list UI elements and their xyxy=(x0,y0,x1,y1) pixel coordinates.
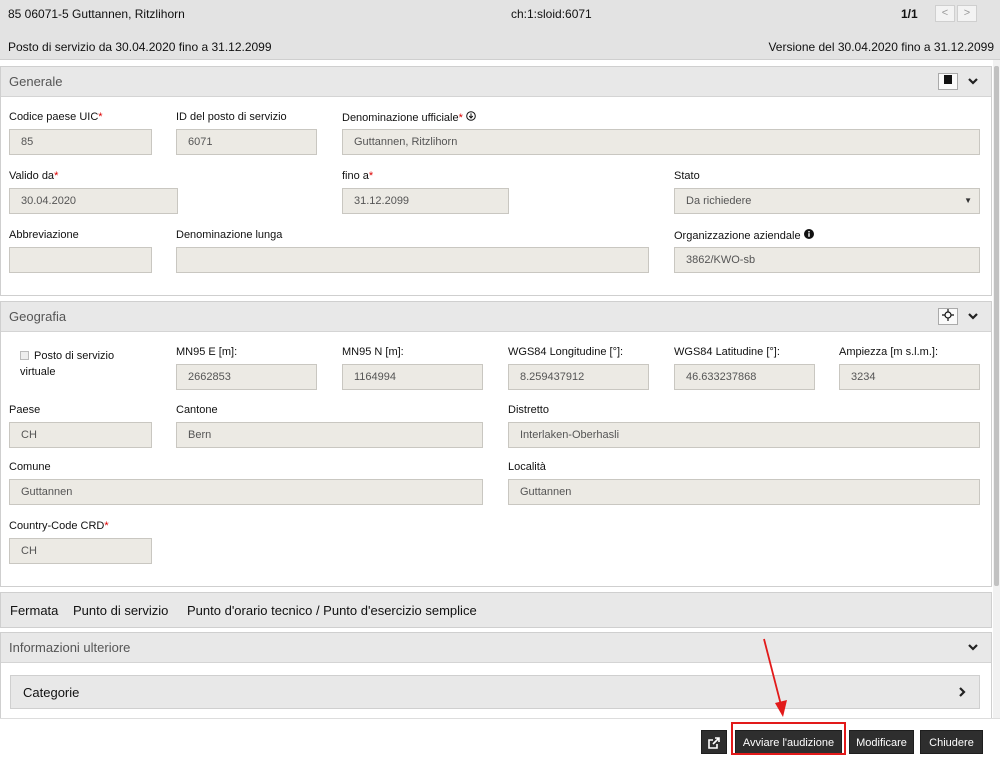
panel-generale: Generale Codice paese UIC* 85 ID del pos… xyxy=(0,66,992,296)
stato-select: Da richiedere ▼ xyxy=(674,188,980,214)
cantone-label: Cantone xyxy=(176,404,218,416)
info-down-icon[interactable] xyxy=(466,111,476,124)
chevron-right-icon[interactable]: > xyxy=(957,5,977,22)
wgs84-lat-field: 46.633237868 xyxy=(674,364,815,390)
fino-field: 31.12.2099 xyxy=(342,188,509,214)
paese-label: Paese xyxy=(9,404,41,416)
cantone-field: Bern xyxy=(176,422,483,448)
pager-count: 1/1 xyxy=(901,7,918,21)
modificare-button[interactable]: Modificare xyxy=(849,730,914,754)
tab-fermata[interactable]: Fermata xyxy=(10,603,58,618)
distretto-label: Distretto xyxy=(508,404,549,416)
uic-label: Codice paese UIC* xyxy=(9,111,103,123)
distretto-field: Interlaken-Oberhasli xyxy=(508,422,980,448)
virtuale-label-2: virtuale xyxy=(20,366,56,378)
notes-icon[interactable] xyxy=(938,73,958,90)
chevron-left-icon[interactable]: < xyxy=(935,5,955,22)
abbreviazione-label: Abbreviazione xyxy=(9,229,79,241)
panel-title: Geografia xyxy=(9,309,67,324)
lunga-label: Denominazione lunga xyxy=(176,229,283,241)
lunga-field xyxy=(176,247,649,273)
info-circle-icon[interactable] xyxy=(803,229,814,242)
tab-punto-servizio[interactable]: Punto di servizio xyxy=(73,603,168,618)
crd-label: Country-Code CRD* xyxy=(9,520,109,532)
categorie-row[interactable]: Categorie xyxy=(10,675,980,709)
mn95-n-field: 1164994 xyxy=(342,364,483,390)
chiudere-button[interactable]: Chiudere xyxy=(920,730,983,754)
select-caret-icon: ▼ xyxy=(964,196,972,205)
panel-geografia: Geografia Posto di servizio virtuale MN9… xyxy=(0,301,992,587)
denominazione-field: Guttannen, Ritzlihorn xyxy=(342,129,980,155)
chevron-right-icon xyxy=(957,676,967,711)
stato-label: Stato xyxy=(674,170,700,182)
localita-label: Località xyxy=(508,461,546,473)
abbreviazione-field xyxy=(9,247,152,273)
org-label: Organizzazione aziendale xyxy=(674,229,814,242)
vertical-scrollbar[interactable] xyxy=(993,60,1000,718)
sloid-label: ch:1:sloid:6071 xyxy=(511,7,592,21)
valido-field: 30.04.2020 xyxy=(9,188,178,214)
chevron-down-icon[interactable] xyxy=(967,67,979,108)
comune-label: Comune xyxy=(9,461,51,473)
tab-punto-orario[interactable]: Punto d'orario tecnico / Punto d'eserciz… xyxy=(187,603,477,618)
chevron-down-icon[interactable] xyxy=(967,633,979,674)
mn95-n-label: MN95 N [m]: xyxy=(342,346,404,358)
fino-label: fino a* xyxy=(342,170,374,182)
panel-ulteriore-header[interactable]: Informazioni ulteriore xyxy=(1,633,991,663)
comune-field: Guttannen xyxy=(9,479,483,505)
scrollbar-thumb[interactable] xyxy=(994,66,999,586)
highlight-box xyxy=(731,722,846,755)
wgs84-lat-label: WGS84 Latitudine [°]: xyxy=(674,346,780,358)
header-bar: 85 06071-5 Guttannen, Ritzlihorn ch:1:sl… xyxy=(0,0,1000,60)
panel-ulteriore: Informazioni ulteriore Categorie xyxy=(0,632,992,718)
wgs84-lon-label: WGS84 Longitudine [°]: xyxy=(508,346,624,358)
crosshair-icon[interactable] xyxy=(938,308,958,325)
valido-label: Valido da* xyxy=(9,170,59,182)
uic-field: 85 xyxy=(9,129,152,155)
mn95-e-label: MN95 E [m]: xyxy=(176,346,238,358)
altitude-field: 3234 xyxy=(839,364,980,390)
type-tabs-bar: Fermata Punto di servizio Punto d'orario… xyxy=(0,592,992,628)
categorie-label: Categorie xyxy=(23,685,80,700)
localita-field: Guttannen xyxy=(508,479,980,505)
version-text: Versione del 30.04.2020 fino a 31.12.209… xyxy=(768,40,994,54)
id-field: 6071 xyxy=(176,129,317,155)
panel-generale-header[interactable]: Generale xyxy=(1,67,991,97)
paese-field: CH xyxy=(9,422,152,448)
wgs84-lon-field: 8.259437912 xyxy=(508,364,649,390)
mn95-e-field: 2662853 xyxy=(176,364,317,390)
altitude-label: Ampiezza [m s.l.m.]: xyxy=(839,346,939,358)
content-scroll-area: Generale Codice paese UIC* 85 ID del pos… xyxy=(0,60,1000,718)
page-title: 85 06071-5 Guttannen, Ritzlihorn xyxy=(8,7,185,21)
panel-title: Informazioni ulteriore xyxy=(9,640,131,655)
crd-field: CH xyxy=(9,538,152,564)
denominazione-label: Denominazione ufficiale* xyxy=(342,111,476,124)
panel-title: Generale xyxy=(9,74,63,89)
virtuale-checkbox[interactable] xyxy=(20,351,29,360)
panel-geografia-header[interactable]: Geografia xyxy=(1,302,991,332)
chevron-down-icon[interactable] xyxy=(967,302,979,343)
validity-text: Posto di servizio da 30.04.2020 fino a 3… xyxy=(8,40,272,54)
external-link-icon[interactable] xyxy=(701,730,727,754)
id-label: ID del posto di servizio xyxy=(176,111,287,123)
org-field: 3862/KWO-sb xyxy=(674,247,980,273)
footer-bar: Avviare l'audizione Modificare Chiudere xyxy=(0,718,1000,757)
virtuale-label: Posto di servizio xyxy=(34,350,115,362)
